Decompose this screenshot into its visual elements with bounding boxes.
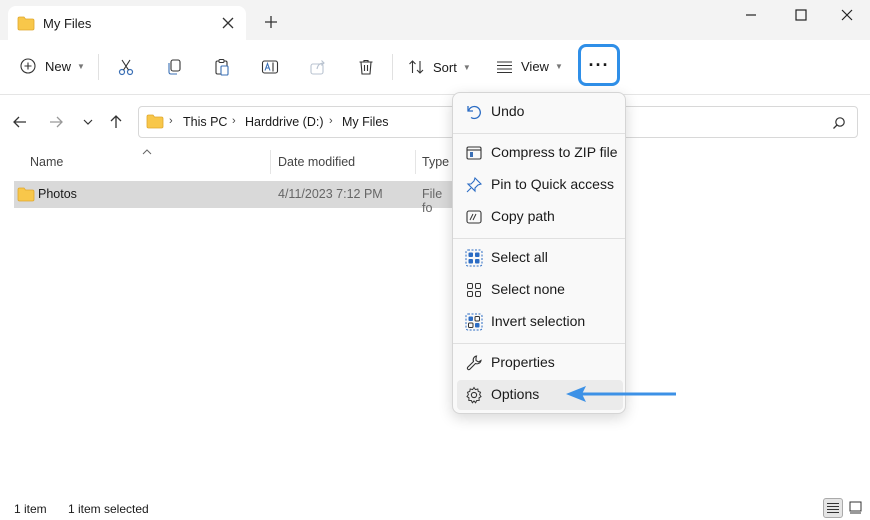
menu-item-select-none[interactable]: Select none bbox=[457, 275, 623, 305]
copy-icon[interactable] bbox=[165, 58, 183, 76]
menu-label: Select none bbox=[491, 281, 565, 297]
menu-label: Select all bbox=[491, 249, 548, 265]
view-label: View bbox=[521, 59, 549, 74]
file-name: Photos bbox=[38, 187, 77, 201]
menu-item-copy-path[interactable]: Copy path bbox=[457, 202, 623, 232]
item-count: 1 item bbox=[14, 502, 47, 516]
navigation-bar: › This PC › Harddrive (D:) › My Files bbox=[0, 95, 870, 147]
select-all-icon bbox=[465, 249, 483, 267]
status-bar: 1 item 1 item selected bbox=[0, 498, 870, 520]
share-icon[interactable] bbox=[309, 58, 327, 76]
menu-label: Undo bbox=[491, 103, 525, 119]
breadcrumb-harddrive[interactable]: Harddrive (D:) bbox=[245, 115, 324, 129]
cut-icon[interactable] bbox=[117, 58, 135, 76]
back-arrow-icon[interactable] bbox=[12, 114, 28, 130]
divider bbox=[392, 54, 393, 80]
add-circle-icon bbox=[20, 58, 36, 74]
new-tab-icon[interactable] bbox=[264, 15, 278, 29]
breadcrumb-my-files[interactable]: My Files bbox=[342, 115, 389, 129]
menu-item-select-all[interactable]: Select all bbox=[457, 243, 623, 273]
view-button[interactable]: View ▼ bbox=[496, 59, 563, 74]
recent-locations-chevron-icon[interactable] bbox=[80, 114, 96, 130]
select-none-icon bbox=[467, 283, 481, 297]
column-header: Name Date modified Type bbox=[0, 148, 870, 176]
view-list-icon bbox=[497, 60, 512, 73]
column-date-modified[interactable]: Date modified bbox=[278, 155, 355, 169]
folder-icon bbox=[146, 114, 164, 129]
annotation-arrow bbox=[566, 386, 676, 402]
paste-icon[interactable] bbox=[213, 58, 231, 76]
menu-divider bbox=[453, 343, 625, 344]
menu-item-compress-zip[interactable]: Compress to ZIP file bbox=[457, 138, 623, 168]
menu-label: Pin to Quick access bbox=[491, 176, 614, 192]
file-type: File fo bbox=[422, 187, 443, 215]
delete-icon[interactable] bbox=[357, 58, 375, 76]
menu-label: Properties bbox=[491, 354, 555, 370]
chevron-down-icon: ▼ bbox=[77, 61, 85, 71]
menu-label: Options bbox=[491, 386, 540, 402]
gear-icon bbox=[466, 386, 482, 404]
menu-item-pin-quick-access[interactable]: Pin to Quick access bbox=[457, 170, 623, 200]
see-more-menu: Undo Compress to ZIP file Pin to Quick a… bbox=[452, 92, 626, 414]
menu-item-invert-selection[interactable]: Invert selection bbox=[457, 307, 623, 337]
folder-icon bbox=[17, 187, 35, 202]
forward-arrow-icon[interactable] bbox=[48, 114, 64, 130]
menu-divider bbox=[453, 238, 625, 239]
undo-icon bbox=[467, 105, 481, 120]
search-icon[interactable] bbox=[832, 116, 846, 130]
breadcrumb-this-pc[interactable]: This PC bbox=[183, 115, 227, 129]
minimize-icon[interactable] bbox=[744, 8, 758, 22]
details-view-button[interactable] bbox=[823, 498, 843, 518]
chevron-right-icon: › bbox=[329, 115, 333, 127]
title-bar: My Files bbox=[0, 0, 870, 40]
menu-label: Compress to ZIP file bbox=[491, 144, 618, 160]
chevron-down-icon: ▼ bbox=[554, 62, 563, 71]
tab-my-files[interactable]: My Files bbox=[8, 6, 246, 40]
new-button[interactable]: New ▼ bbox=[20, 58, 85, 74]
column-name[interactable]: Name bbox=[30, 155, 63, 169]
new-label: New bbox=[45, 58, 72, 74]
tiles-view-icon bbox=[849, 501, 862, 514]
up-arrow-icon[interactable] bbox=[108, 114, 124, 130]
chevron-right-icon: › bbox=[169, 115, 173, 127]
rename-icon[interactable] bbox=[261, 58, 279, 76]
copy-path-icon bbox=[466, 210, 482, 224]
details-view-icon bbox=[827, 503, 839, 513]
sort-label: Sort bbox=[433, 59, 457, 75]
column-divider[interactable] bbox=[270, 150, 271, 174]
sort-ascending-icon bbox=[142, 149, 152, 155]
pin-icon bbox=[466, 176, 483, 193]
tiles-view-button[interactable] bbox=[846, 498, 866, 518]
more-options-icon: ··· bbox=[588, 54, 610, 75]
close-window-icon[interactable] bbox=[840, 8, 854, 22]
menu-label: Invert selection bbox=[491, 313, 586, 329]
chevron-right-icon: › bbox=[232, 115, 236, 127]
zip-icon bbox=[466, 146, 482, 160]
menu-item-undo[interactable]: Undo bbox=[457, 97, 623, 127]
close-tab-icon[interactable] bbox=[221, 16, 235, 30]
divider bbox=[98, 54, 99, 80]
command-bar: New ▼ Sort ▼ View ▼ ··· bbox=[0, 40, 870, 95]
maximize-icon[interactable] bbox=[794, 8, 808, 22]
menu-label: Copy path bbox=[491, 208, 555, 224]
column-type[interactable]: Type bbox=[422, 155, 449, 169]
chevron-down-icon: ▼ bbox=[462, 62, 471, 72]
column-divider[interactable] bbox=[415, 150, 416, 174]
wrench-icon bbox=[466, 355, 482, 371]
tab-title: My Files bbox=[43, 16, 92, 31]
sort-icon bbox=[409, 60, 424, 74]
sort-button[interactable]: Sort ▼ bbox=[408, 59, 471, 75]
menu-item-properties[interactable]: Properties bbox=[457, 348, 623, 378]
file-date: 4/11/2023 7:12 PM bbox=[278, 187, 383, 201]
file-row[interactable]: Photos 4/11/2023 7:12 PM File fo bbox=[14, 181, 454, 215]
see-more-button[interactable]: ··· bbox=[578, 44, 620, 86]
menu-divider bbox=[453, 133, 625, 134]
selection-count: 1 item selected bbox=[68, 502, 149, 516]
invert-selection-icon bbox=[465, 313, 483, 331]
folder-icon bbox=[17, 16, 35, 31]
